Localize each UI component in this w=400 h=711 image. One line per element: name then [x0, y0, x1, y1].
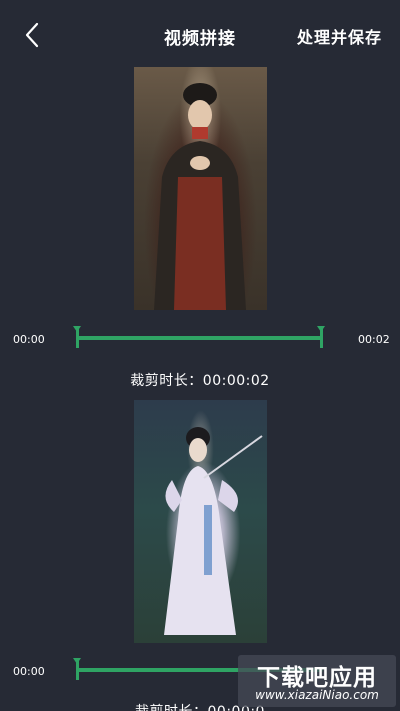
clip-1-start-time: 00:00 — [13, 333, 45, 346]
trim-range — [76, 336, 323, 340]
video-thumbnail-1[interactable] — [134, 67, 267, 310]
video-merge-screen: 视频拼接 处理并保存 00:00 00:02 裁剪时长：00:00:02 00:… — [0, 0, 400, 711]
process-and-save-button[interactable]: 处理并保存 — [297, 24, 382, 48]
watermark-url: www.xiazaiNiao.com — [255, 688, 379, 702]
trim-start-handle[interactable] — [73, 658, 81, 680]
clip-1-end-time: 00:02 — [358, 333, 390, 346]
clip-1-duration: 裁剪时长：00:00:02 — [130, 373, 270, 389]
top-bar: 视频拼接 处理并保存 — [0, 0, 400, 70]
figure-silhouette — [164, 427, 263, 635]
video-thumbnail-2[interactable] — [134, 400, 267, 643]
clip-2-start-time: 00:00 — [13, 665, 45, 678]
clip-1-trim-slider[interactable] — [73, 326, 325, 348]
watermark-title: 下载吧应用 — [257, 665, 377, 691]
figure-silhouette — [154, 83, 246, 310]
site-watermark: 下载吧应用 www.xiazaiNiao.com — [238, 655, 396, 707]
trim-start-handle[interactable] — [73, 326, 81, 348]
trim-end-handle[interactable] — [317, 326, 325, 348]
